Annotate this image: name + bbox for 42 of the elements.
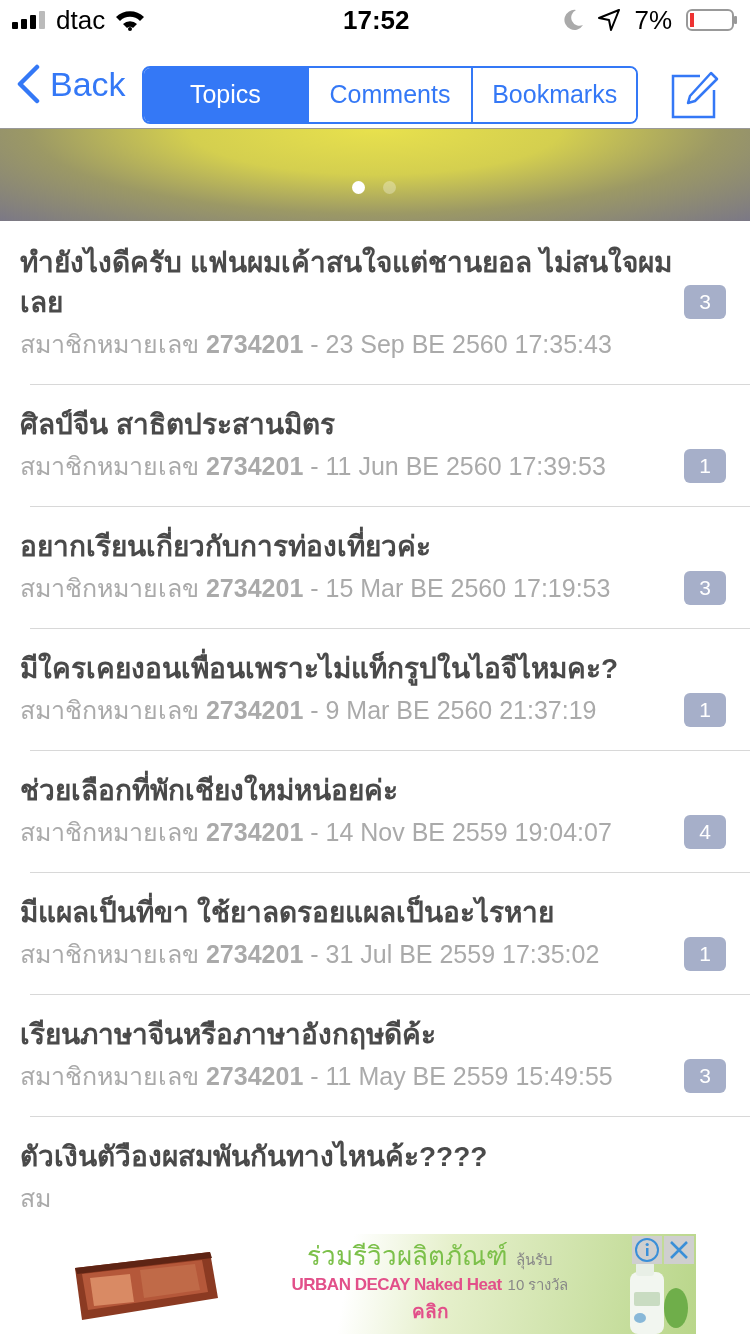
ad-headline: ร่วมรีวิวผลิตภัณฑ์ [307, 1240, 508, 1272]
reply-count: 1 [684, 449, 726, 483]
reply-count: 1 [684, 693, 726, 727]
topic-title[interactable]: มีแผลเป็นที่ขา ใช้ยาลดรอยแผลเป็นอะไรหาย [20, 893, 690, 933]
topic-title[interactable]: ศิลป์จีน สาธิตประสานมิตร [20, 405, 690, 445]
topic-title[interactable]: เรียนภาษาจีนหรือภาษาอังกฤษดีค้ะ [20, 1015, 690, 1055]
topic-meta: สม [20, 1183, 51, 1214]
topic-meta: สมาชิกหมายเลข 2734201 - 14 Nov BE 2559 19:04:07 [20, 817, 612, 848]
ad-cta: คลิก [411, 1300, 449, 1324]
battery-percent: 7% [634, 3, 672, 37]
topic-meta: สมาชิกหมายเลข 2734201 - 31 Jul BE 2559 17:35:02 [20, 939, 600, 970]
close-icon[interactable] [664, 1236, 694, 1264]
segment-tab[interactable]: Topics [144, 68, 307, 122]
topic-meta: สมาชิกหมายเลข 2734201 - 15 Mar BE 2560 17:19:53 [20, 573, 611, 604]
signal-icon [12, 11, 48, 29]
info-icon[interactable] [632, 1236, 662, 1264]
topic-title[interactable]: มีใครเคยงอนเพื่อนเพราะไม่แท็กรูปในไอจีไหมคะ? [20, 649, 690, 689]
wifi-icon [115, 9, 146, 31]
reply-count: 3 [684, 1059, 726, 1093]
carrier-name: dtac [56, 3, 106, 37]
ad-note: ลุ้นรับ [516, 1250, 553, 1272]
topic-meta: สมาชิกหมายเลข 2734201 - 11 Jun BE 2560 17:39:53 [20, 451, 606, 482]
reply-count: 1 [684, 937, 726, 971]
topic-meta: สมาชิกหมายเลข 2734201 - 23 Sep BE 2560 17:35:43 [20, 329, 612, 360]
topic-title[interactable]: ตัวเงินตัวืองผสมพันกันทางไหนค้ะ???? [20, 1137, 690, 1177]
reply-count: 3 [684, 285, 726, 319]
compose-icon[interactable] [670, 70, 720, 120]
topic-meta: สมาชิกหมายเลข 2734201 - 9 Mar BE 2560 21:37:19 [20, 695, 597, 726]
clock-time: 17:52 [343, 3, 410, 37]
segment-tab[interactable]: Bookmarks [471, 68, 636, 122]
topic-title[interactable]: อยากเรียนเกี่ยวกับการท่องเที่ยวค่ะ [20, 527, 690, 567]
back-button[interactable]: Back [16, 58, 126, 110]
battery-icon [686, 9, 738, 31]
ad-product: URBAN DECAY Naked Heat [291, 1274, 502, 1296]
reply-count: 4 [684, 815, 726, 849]
topic-meta: สมาชิกหมายเลข 2734201 - 11 May BE 2559 15:49:55 [20, 1061, 613, 1092]
moon-icon [564, 9, 585, 31]
ad-prize: 10 รางวัล [507, 1275, 569, 1295]
location-arrow-icon [598, 9, 621, 31]
back-chevron-icon [16, 64, 40, 104]
reply-count: 3 [684, 571, 726, 605]
topic-title[interactable]: ช่วยเลือกที่พักเชียงใหม่หน่อยค่ะ [20, 771, 690, 811]
